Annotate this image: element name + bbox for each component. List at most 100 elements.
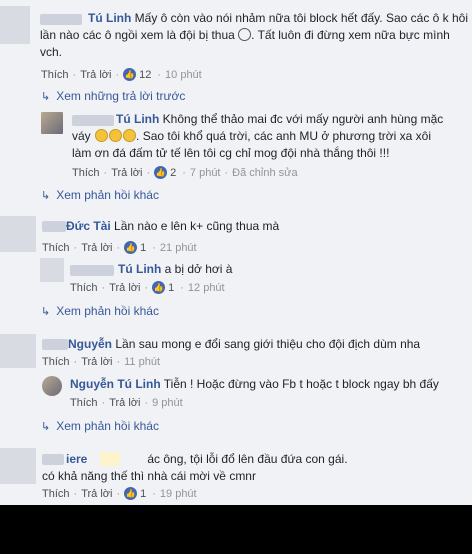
comment-actions: Thích · Trả lời · 👍 1 · 21 phút	[42, 241, 197, 254]
timestamp[interactable]: 12 phút	[188, 282, 225, 294]
like-count[interactable]: 1	[168, 282, 174, 294]
reply-actions: Thích · Trả lời · 9 phút	[70, 397, 183, 409]
separator: ·	[115, 68, 120, 81]
view-previous-label: Xem những trả lời trước	[56, 89, 186, 103]
like-icon: 👍	[123, 68, 137, 81]
avatar[interactable]	[0, 216, 36, 252]
separator: ·	[116, 356, 121, 368]
avatar[interactable]	[40, 258, 64, 282]
blurred-name	[42, 454, 64, 465]
reply-arrow-icon: ↳	[41, 91, 51, 103]
comment-text: Tú Linh Mấy ô còn vào nói nhảm nữa tôi b…	[40, 10, 470, 61]
commenter-name[interactable]: Đức Tài	[66, 219, 111, 233]
separator: ·	[73, 487, 78, 500]
separator: ·	[224, 166, 229, 179]
like-count[interactable]: 12	[139, 69, 151, 81]
like-count[interactable]: 1	[140, 242, 146, 254]
like-icon: 👍	[152, 281, 166, 294]
reply-link[interactable]: Trả lời	[81, 242, 112, 254]
timestamp[interactable]: 7 phút	[190, 167, 221, 179]
avatar[interactable]	[0, 334, 36, 368]
commenter-name[interactable]: Nguyễn	[68, 337, 112, 351]
view-more-replies[interactable]: ↳ Xem phản hồi khác	[41, 188, 159, 202]
comment-text: Nguyễn Lần sau mong e đổi sang giới thiệ…	[68, 336, 420, 353]
like-link[interactable]: Thích	[41, 69, 69, 81]
comment-line: a bị dở hơi à	[164, 262, 233, 276]
view-more-label: Xem phản hồi khác	[56, 419, 159, 433]
avatar[interactable]	[41, 112, 63, 134]
comment-line: làm ơn đá đấm tử tế lên tôi cg chỉ mog đ…	[72, 146, 390, 160]
comment-text: iere ác ông, tội lỗi đổ lên đầu đứa con g…	[66, 451, 348, 468]
commenter-name[interactable]: Tú Linh	[116, 112, 159, 126]
separator: ·	[103, 166, 108, 179]
separator: ·	[72, 68, 77, 81]
view-more-label: Xem phản hồi khác	[56, 188, 159, 202]
comment-thread: Tú Linh Mấy ô còn vào nói nhảm nữa tôi b…	[0, 0, 472, 505]
sad-face-icon	[238, 28, 252, 41]
reply-link[interactable]: Trả lời	[109, 397, 140, 409]
comment-line: Không thể thảo mai đc với mấy người anh …	[162, 112, 444, 126]
like-link[interactable]: Thích	[70, 282, 98, 294]
timestamp[interactable]: 19 phút	[160, 488, 197, 500]
blurred-name	[42, 221, 66, 232]
like-link[interactable]: Thích	[70, 397, 98, 409]
separator: ·	[152, 241, 156, 254]
separator: ·	[116, 241, 121, 254]
reply-arrow-icon: ↳	[41, 421, 51, 433]
separator: ·	[144, 281, 149, 294]
like-link[interactable]: Thích	[42, 488, 70, 500]
view-more-replies[interactable]: ↳ Xem phản hồi khác	[41, 304, 159, 318]
sad-emoji-icon	[95, 129, 109, 142]
commenter-name[interactable]: Tú Linh	[118, 262, 161, 276]
comment-line: . Tất luôn đi đừng xem nữa bực mình	[251, 28, 450, 42]
like-icon: 👍	[154, 166, 168, 179]
blurred-name	[42, 339, 68, 350]
reply-text: Nguyễn Tú Linh Tiễn ! Hoặc đừng vào Fb t…	[70, 376, 439, 393]
reply-link[interactable]: Trả lời	[81, 356, 112, 368]
avatar[interactable]	[0, 6, 30, 44]
timestamp[interactable]: 10 phút	[165, 69, 202, 81]
like-icon: 👍	[124, 487, 138, 500]
separator: ·	[146, 166, 151, 179]
separator: ·	[116, 487, 121, 500]
comment-line: váy	[72, 129, 91, 143]
view-more-replies[interactable]: ↳ Xem phản hồi khác	[41, 419, 159, 433]
view-previous-replies[interactable]: ↳ Xem những trả lời trước	[41, 89, 185, 103]
comment-line: Lần nào e lên k+ cũng thua mà	[114, 219, 280, 233]
commenter-name[interactable]: Tú Linh	[88, 11, 131, 25]
separator: ·	[180, 281, 184, 294]
comment-line: lần nào các ô ngồi xem là đội bị thua	[40, 28, 235, 42]
comment-text: Đức Tài Lần nào e lên k+ cũng thua mà	[66, 218, 279, 235]
reply-link[interactable]: Trả lời	[111, 167, 142, 179]
avatar[interactable]	[0, 448, 36, 484]
like-link[interactable]: Thích	[42, 356, 70, 368]
like-count[interactable]: 2	[170, 167, 176, 179]
commenter-name[interactable]: iere	[66, 452, 87, 466]
separator: ·	[182, 166, 186, 179]
like-icon: 👍	[124, 241, 138, 254]
like-count[interactable]: 1	[140, 488, 146, 500]
reply-link[interactable]: Trả lời	[109, 282, 140, 294]
comment-text-line2: có khả năng thế thì nhà cái mời về cmnr	[42, 468, 256, 485]
comment-line: Mấy ô còn vào nói nhảm nữa tôi block hết…	[134, 11, 469, 25]
reply-arrow-icon: ↳	[41, 306, 51, 318]
avatar[interactable]	[42, 376, 62, 396]
timestamp[interactable]: 11 phút	[124, 356, 160, 368]
commenter-name[interactable]: Nguyễn Tú Linh	[70, 377, 161, 391]
like-link[interactable]: Thích	[72, 167, 100, 179]
edited-label[interactable]: Đã chỉnh sửa	[232, 167, 297, 179]
reply-link[interactable]: Trả lời	[81, 488, 112, 500]
comment-line: có khả năng thế thì nhà cái mời về cmnr	[42, 469, 256, 483]
separator: ·	[152, 487, 156, 500]
reply-link[interactable]: Trả lời	[80, 69, 111, 81]
timestamp[interactable]: 21 phút	[160, 242, 197, 254]
sad-emoji-icon	[109, 129, 123, 142]
reply-text: Tú Linh a bị dở hơi à	[118, 261, 232, 278]
separator: ·	[73, 241, 78, 254]
comment-line: vch.	[40, 45, 63, 59]
separator: ·	[101, 281, 106, 294]
like-link[interactable]: Thích	[42, 242, 70, 254]
comment-line: Tiễn ! Hoặc đừng vào Fb t hoặc t block n…	[163, 377, 439, 391]
separator: ·	[144, 397, 149, 409]
timestamp[interactable]: 9 phút	[152, 397, 183, 409]
